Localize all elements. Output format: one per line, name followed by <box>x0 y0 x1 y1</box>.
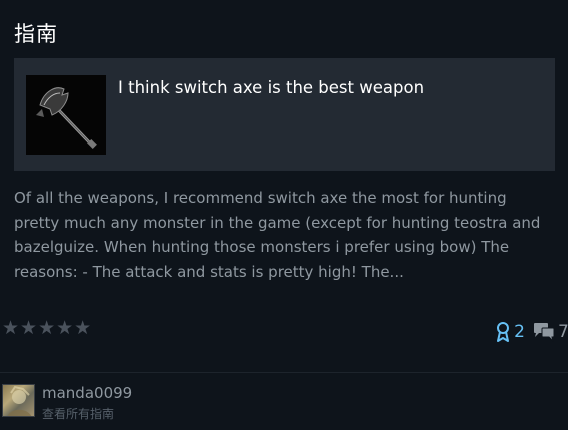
award-count: 2 <box>514 322 525 342</box>
author-name[interactable]: manda0099 <box>42 384 132 402</box>
guide-card[interactable]: I think switch axe is the best weapon <box>14 58 555 171</box>
rating-stars: ★★★★★ <box>2 317 93 339</box>
section-title: 指南 <box>14 22 58 46</box>
guide-stats: 2 7 <box>496 320 568 344</box>
switch-axe-icon[interactable] <box>26 75 106 155</box>
guide-description: Of all the weapons, I recommend switch a… <box>14 189 541 281</box>
comment-count: 7 <box>558 322 568 342</box>
divider <box>0 372 568 373</box>
avatar[interactable] <box>2 384 35 417</box>
view-all-guides-link[interactable]: 查看所有指南 <box>42 405 114 422</box>
comment-bubbles-icon <box>534 323 555 342</box>
guide-title[interactable]: I think switch axe is the best weapon <box>118 78 424 97</box>
award-ribbon-icon <box>497 322 510 342</box>
